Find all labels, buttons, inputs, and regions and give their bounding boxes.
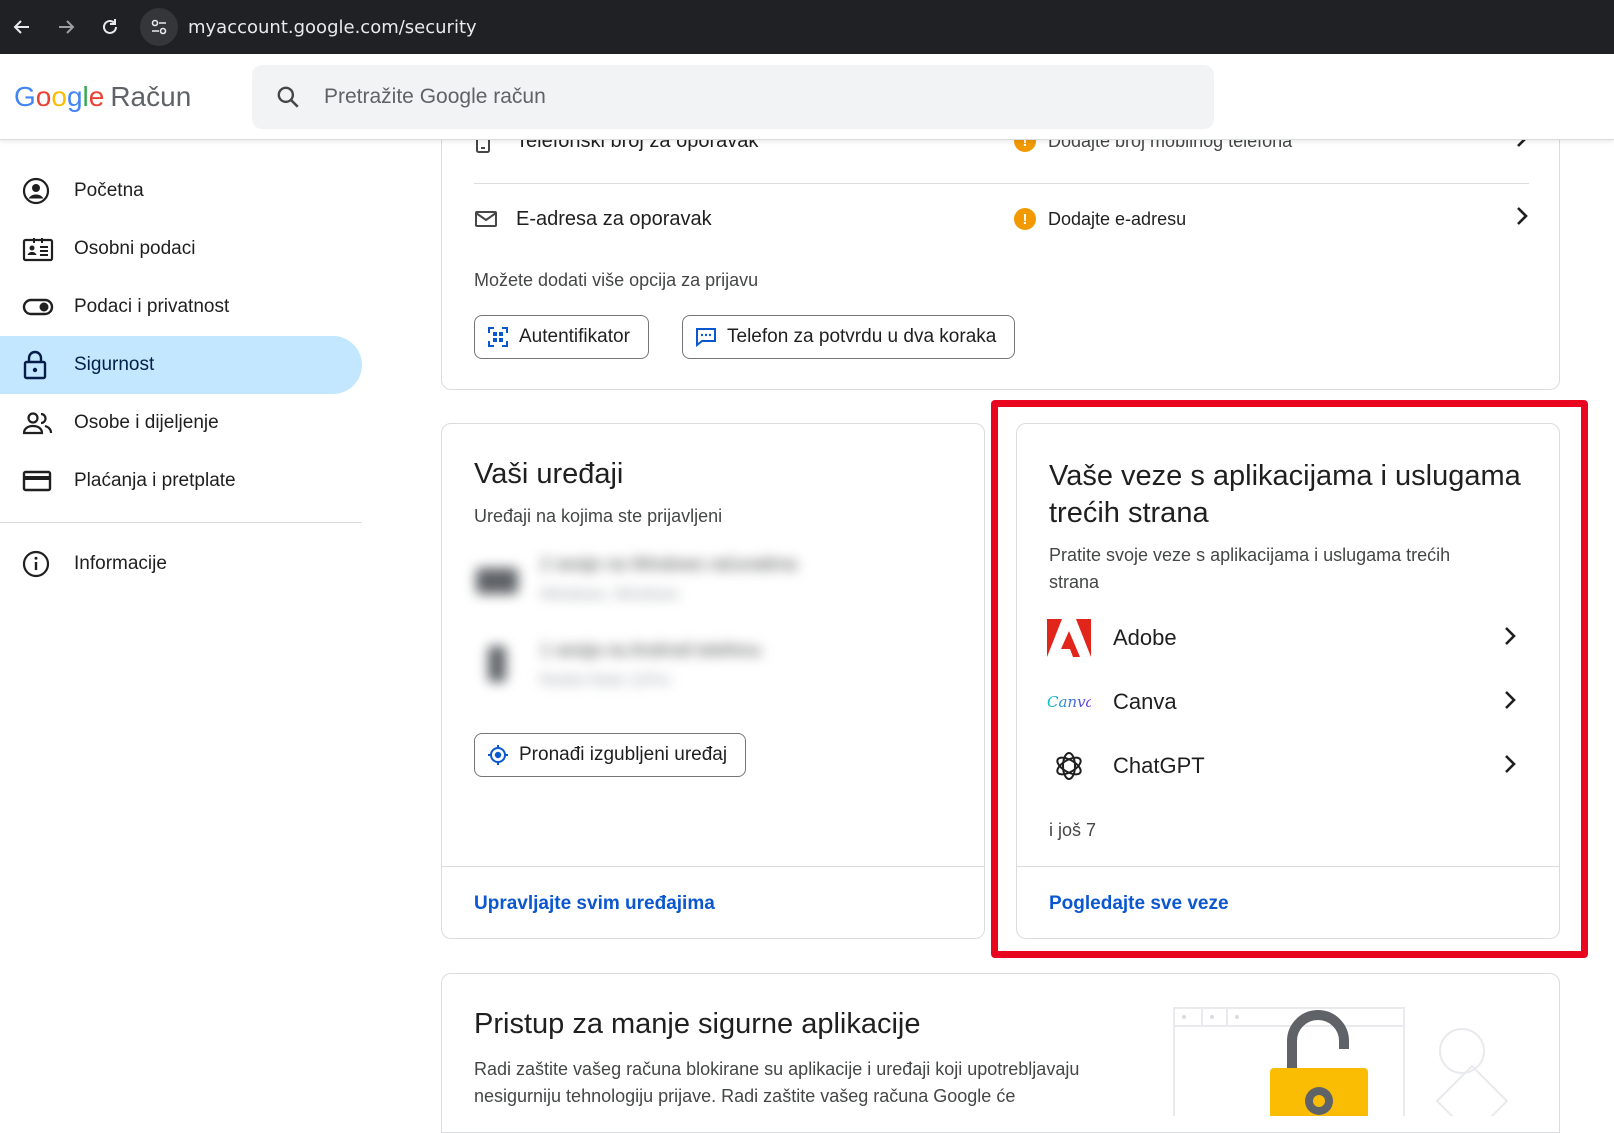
reload-icon bbox=[103, 19, 117, 34]
sidebar-divider bbox=[0, 522, 362, 523]
more-options-text: Možete dodati više opcija za prijavu bbox=[474, 270, 759, 290]
app-name: ChatGPT bbox=[1113, 753, 1205, 778]
device-item[interactable]: 2 sesije na Windows računalima Windows, … bbox=[474, 550, 934, 610]
sidebar-item-people-sharing[interactable]: Osobe i dijeljenje bbox=[0, 394, 362, 452]
address-bar[interactable]: myaccount.google.com/security bbox=[138, 7, 1488, 47]
sidebar-item-label: Plaćanja i pretplate bbox=[74, 470, 236, 491]
qr-scan-icon bbox=[487, 326, 509, 348]
info-icon bbox=[22, 550, 74, 578]
google-account-logo[interactable]: Google Račun bbox=[14, 81, 244, 113]
find-lost-device-button[interactable]: Pronađi izgubljeni uređaj bbox=[474, 733, 747, 777]
chevron-right-icon bbox=[1503, 753, 1517, 780]
arrow-left-icon bbox=[13, 20, 29, 34]
find-lost-device-label: Pronađi izgubljeni uređaj bbox=[519, 744, 728, 765]
devices-title: Vaši uređaji bbox=[474, 458, 624, 490]
search-input[interactable] bbox=[324, 85, 1124, 109]
sidebar-item-label: Sigurnost bbox=[74, 354, 155, 375]
people-icon bbox=[22, 410, 74, 436]
device-item[interactable]: 1 sesija na Android telefonu Redmi Note … bbox=[474, 636, 934, 696]
app-row-chatgpt[interactable]: ChatGPT bbox=[1047, 736, 1517, 796]
browser-toolbar: myaccount.google.com/security bbox=[0, 0, 1614, 54]
sidebar-item-label: Podaci i privatnost bbox=[74, 296, 230, 317]
more-apps-count: i još 7 bbox=[1049, 820, 1097, 840]
sidebar-item-label: Početna bbox=[74, 180, 144, 201]
connections-title: Vaše veze s aplikacijama i uslugama treć… bbox=[1049, 460, 1521, 529]
your-devices-card: Vaši uređaji Uređaji na kojima ste prija… bbox=[441, 423, 985, 939]
reload-button[interactable] bbox=[88, 5, 132, 49]
arrow-right-icon bbox=[59, 20, 75, 34]
sidebar-nav: Početna Osobni podaci Podaci i privatnos… bbox=[0, 162, 362, 593]
less-secure-title: Pristup za manje sigurne aplikacije bbox=[474, 1008, 921, 1040]
connections-subtitle: Pratite svoje veze s aplikacijama i uslu… bbox=[1049, 545, 1451, 592]
device-title: 2 sesije na Windows računalima bbox=[540, 554, 798, 574]
two-step-phone-button[interactable]: Telefon za potvrdu u dva koraka bbox=[682, 315, 1016, 359]
card-footer-divider bbox=[1017, 866, 1559, 867]
sidebar-item-label: Osobni podaci bbox=[74, 238, 196, 259]
device-subtitle: Redmi Note 11Pro bbox=[540, 672, 671, 689]
mail-icon bbox=[474, 210, 516, 228]
app-name: Adobe bbox=[1113, 625, 1177, 650]
location-target-icon bbox=[487, 744, 509, 766]
app-row-canva[interactable]: Canva Canva bbox=[1047, 672, 1517, 732]
chatgpt-icon bbox=[1047, 749, 1091, 783]
message-icon bbox=[695, 327, 717, 347]
sidebar-item-label: Informacije bbox=[74, 553, 167, 574]
card-footer-divider bbox=[442, 866, 984, 867]
chevron-right-icon bbox=[1503, 689, 1517, 716]
see-all-connections-link[interactable]: Pogledajte sve veze bbox=[1049, 893, 1229, 915]
sidebar-item-about[interactable]: Informacije bbox=[0, 535, 362, 593]
sidebar-item-label: Osobe i dijeljenje bbox=[74, 412, 219, 433]
phone-icon bbox=[488, 646, 506, 682]
chevron-right-icon bbox=[1503, 625, 1517, 652]
account-header: Google Račun bbox=[0, 54, 1614, 140]
device-subtitle: Windows, Windows bbox=[540, 586, 679, 603]
account-circle-icon bbox=[22, 177, 74, 205]
sidebar-item-home[interactable]: Početna bbox=[0, 162, 362, 220]
two-step-phone-button-label: Telefon za potvrdu u dva koraka bbox=[727, 326, 997, 347]
less-secure-apps-card: Pristup za manje sigurne aplikacije Radi… bbox=[441, 973, 1560, 1133]
laptop-icon bbox=[476, 568, 518, 594]
back-button[interactable] bbox=[0, 5, 44, 49]
sidebar-item-personal-info[interactable]: Osobni podaci bbox=[0, 220, 362, 278]
authenticator-button[interactable]: Autentifikator bbox=[474, 315, 649, 359]
device-title: 1 sesija na Android telefonu bbox=[540, 640, 762, 660]
recovery-email-label: E-adresa za oporavak bbox=[516, 207, 712, 230]
authenticator-button-label: Autentifikator bbox=[519, 326, 630, 347]
app-row-adobe[interactable]: Adobe bbox=[1047, 608, 1517, 668]
row-divider bbox=[474, 183, 1529, 184]
recovery-email-row[interactable]: E-adresa za oporavak ! Dodajte e-adresu bbox=[474, 201, 1529, 237]
warning-icon: ! bbox=[1014, 208, 1036, 230]
sidebar-item-data-privacy[interactable]: Podaci i privatnost bbox=[0, 278, 362, 336]
adobe-icon bbox=[1047, 619, 1091, 657]
search-box[interactable] bbox=[252, 65, 1214, 129]
sidebar-item-payments[interactable]: Plaćanja i pretplate bbox=[0, 452, 362, 510]
less-secure-body: Radi zaštite vašeg računa blokirane su a… bbox=[474, 1059, 1080, 1106]
credit-card-icon bbox=[22, 469, 74, 493]
app-name: Canva bbox=[1113, 689, 1177, 714]
svg-text:Canva: Canva bbox=[1047, 693, 1091, 711]
url-text: myaccount.google.com/security bbox=[188, 16, 477, 38]
third-party-connections-card: Vaše veze s aplikacijama i uslugama treć… bbox=[1016, 423, 1560, 939]
lock-icon bbox=[22, 350, 74, 380]
chevron-right-icon bbox=[1515, 205, 1529, 233]
canva-icon: Canva bbox=[1047, 691, 1091, 713]
product-name: Račun bbox=[110, 80, 192, 112]
google-logo: Google bbox=[14, 80, 105, 112]
forward-button[interactable] bbox=[44, 5, 88, 49]
recovery-email-status: Dodajte e-adresu bbox=[1048, 208, 1187, 229]
manage-devices-link[interactable]: Upravljajte svim uređajima bbox=[474, 893, 715, 915]
id-card-icon bbox=[22, 236, 74, 262]
site-settings-icon[interactable] bbox=[140, 8, 178, 46]
sidebar-item-security[interactable]: Sigurnost bbox=[0, 336, 362, 394]
unlocked-padlock-illustration bbox=[1172, 1006, 1532, 1133]
devices-subtitle: Uređaji na kojima ste prijavljeni bbox=[474, 506, 723, 526]
toggle-icon bbox=[22, 297, 74, 317]
search-icon[interactable] bbox=[252, 84, 324, 110]
